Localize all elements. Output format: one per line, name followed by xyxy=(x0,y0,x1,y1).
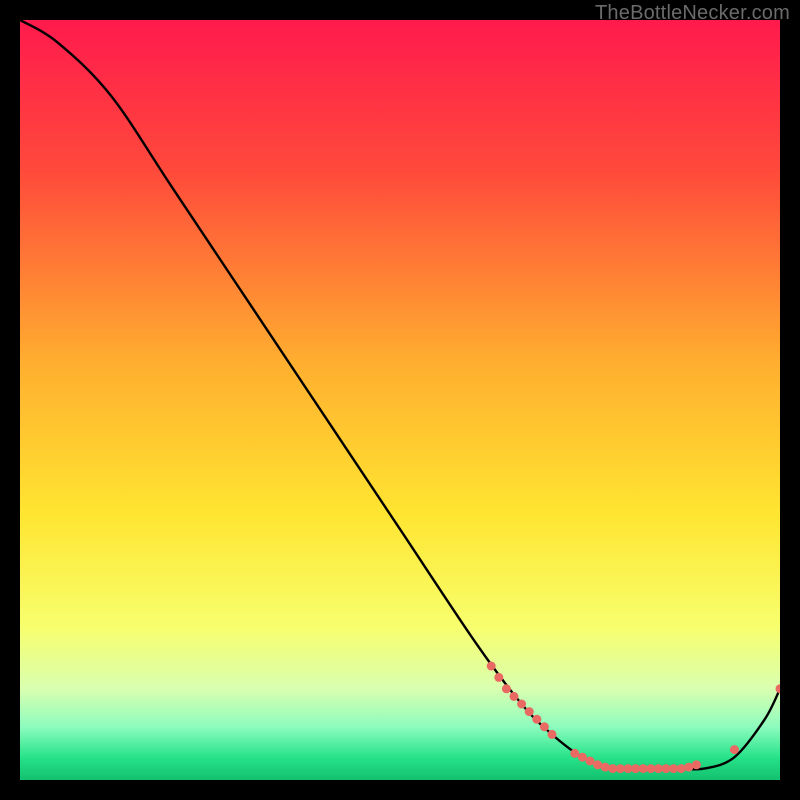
chart-marker xyxy=(548,730,557,739)
chart-marker xyxy=(677,764,686,773)
chart-marker xyxy=(510,692,519,701)
chart-marker xyxy=(593,760,602,769)
chart-marker xyxy=(730,745,739,754)
chart-marker xyxy=(517,700,526,709)
chart-plot-area xyxy=(20,20,780,780)
chart-marker xyxy=(684,763,693,772)
chart-marker xyxy=(487,662,496,671)
chart-frame: TheBottleNecker.com xyxy=(0,0,800,800)
chart-marker xyxy=(494,673,503,682)
chart-svg xyxy=(20,20,780,780)
chart-background xyxy=(20,20,780,780)
chart-marker xyxy=(532,715,541,724)
chart-marker xyxy=(540,722,549,731)
chart-marker xyxy=(502,684,511,693)
chart-marker xyxy=(692,760,701,769)
chart-marker xyxy=(601,763,610,772)
chart-marker xyxy=(525,707,534,716)
